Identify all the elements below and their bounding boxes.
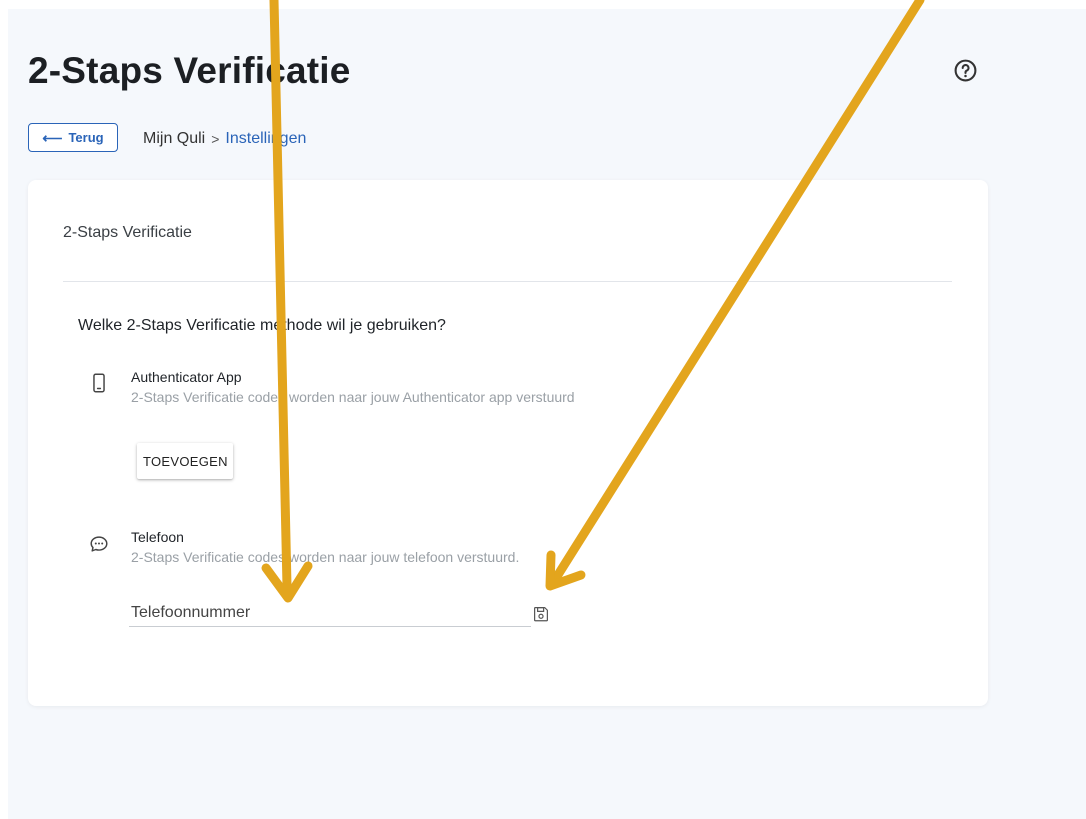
breadcrumb-separator: > <box>211 131 220 147</box>
card-title: 2-Staps Verificatie <box>63 224 192 241</box>
divider <box>63 281 952 282</box>
method-title-authenticator: Authenticator App <box>131 369 242 385</box>
two-step-card: 2-Staps Verificatie Welke 2-Staps Verifi… <box>28 180 988 706</box>
back-button-label: Terug <box>68 130 104 145</box>
smartphone-icon <box>93 373 105 393</box>
page-title: 2-Staps Verificatie <box>28 50 351 91</box>
breadcrumb-home[interactable]: Mijn Quli <box>143 130 205 148</box>
floppy-disk-icon[interactable] <box>532 605 550 623</box>
breadcrumb: Mijn Quli > Instellingen <box>143 130 306 148</box>
phone-number-input[interactable] <box>129 600 531 627</box>
arrow-left-icon: ⟵ <box>42 129 63 146</box>
breadcrumb-current[interactable]: Instellingen <box>225 130 306 148</box>
back-button[interactable]: ⟵ Terug <box>28 123 118 152</box>
method-question: Welke 2-Staps Verificatie methode wil je… <box>78 317 446 334</box>
method-title-telefoon: Telefoon <box>131 529 184 545</box>
method-desc-authenticator: 2-Staps Verificatie codes worden naar jo… <box>131 389 575 405</box>
help-circle-icon[interactable] <box>953 58 978 83</box>
method-desc-telefoon: 2-Staps Verificatie codes worden naar jo… <box>131 549 520 565</box>
add-authenticator-button[interactable]: TOEVOEGEN <box>137 443 233 479</box>
chat-bubble-icon <box>90 536 108 552</box>
